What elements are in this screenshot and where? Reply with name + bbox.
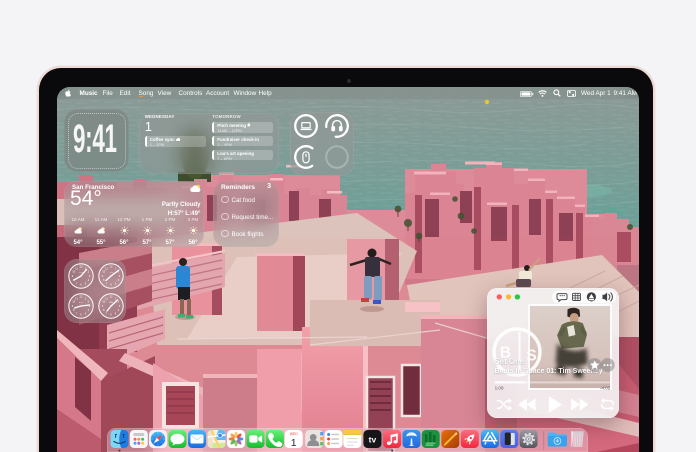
svg-text:1:08: 1:08 bbox=[495, 386, 504, 391]
svg-text:SYD: SYD bbox=[79, 302, 84, 304]
svg-text:tv: tv bbox=[369, 434, 377, 444]
svg-text:WED: WED bbox=[290, 432, 298, 436]
svg-text:-4:02: -4:02 bbox=[600, 386, 611, 391]
svg-text:S: S bbox=[526, 348, 536, 365]
svg-text:Beats In Space 01: Tim Sweeney: Beats In Space 01: Tim Sweeney bbox=[495, 368, 603, 375]
svg-text:Set One: Set One bbox=[495, 357, 525, 366]
svg-text:1: 1 bbox=[291, 437, 297, 449]
